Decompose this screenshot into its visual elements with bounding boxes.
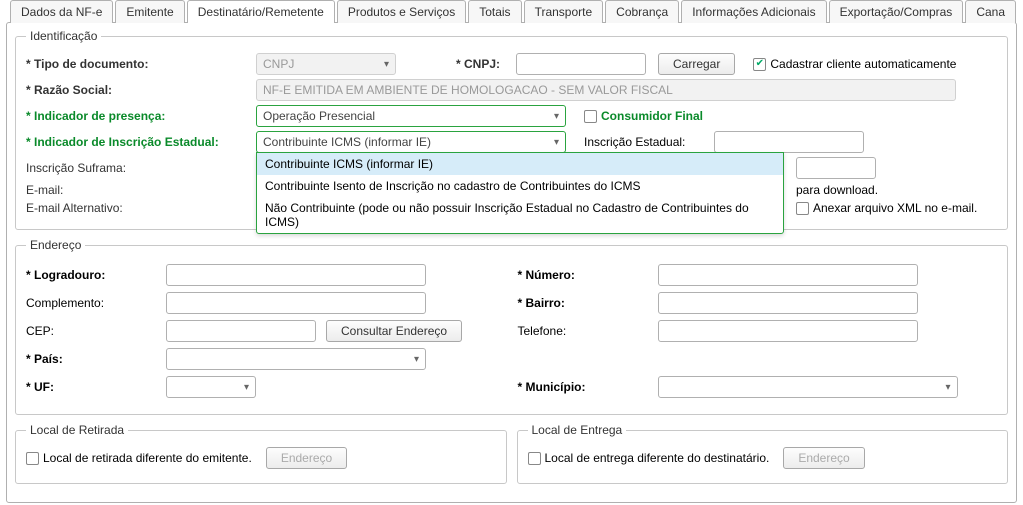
consultar-endereco-button[interactable]: Consultar Endereço xyxy=(326,320,462,342)
inscricao-estadual-input[interactable] xyxy=(714,131,864,153)
local-retirada-checkbox[interactable]: Local de retirada diferente do emitente. xyxy=(26,451,252,465)
chevron-down-icon: ▾ xyxy=(414,354,419,365)
tab-dados-nfe[interactable]: Dados da NF-e xyxy=(10,0,113,23)
indicador-ie-combo[interactable]: Contribuinte ICMS (informar IE) ▾ xyxy=(256,131,566,153)
consumidor-final-checkbox[interactable]: Consumidor Final xyxy=(584,109,703,123)
indicador-presenca-label: * Indicador de presença: xyxy=(26,109,256,123)
tab-strip: Dados da NF-e Emitente Destinatário/Reme… xyxy=(0,0,1023,23)
anexar-xml-label: Anexar arquivo XML no e-mail. xyxy=(813,201,977,215)
pais-label: * País: xyxy=(26,352,166,366)
inscricao-suframa-input-tail[interactable] xyxy=(796,157,876,179)
endereco-legend: Endereço xyxy=(26,238,85,252)
checkbox-icon xyxy=(26,452,39,465)
municipio-combo[interactable]: ▾ xyxy=(658,376,958,398)
complemento-label: Complemento: xyxy=(26,296,166,310)
tab-produtos[interactable]: Produtos e Serviços xyxy=(337,0,466,23)
tab-cobranca[interactable]: Cobrança xyxy=(605,0,679,23)
uf-combo[interactable]: ▾ xyxy=(166,376,256,398)
checkbox-icon xyxy=(796,202,809,215)
logradouro-input[interactable] xyxy=(166,264,426,286)
tipo-documento-combo: CNPJ ▾ xyxy=(256,53,396,75)
cnpj-label: * CNPJ: xyxy=(456,57,516,71)
numero-label: * Número: xyxy=(518,268,658,282)
chevron-down-icon: ▾ xyxy=(384,59,389,70)
chevron-down-icon: ▾ xyxy=(554,137,559,148)
email-hint: para download. xyxy=(796,183,878,197)
local-retirada-legend: Local de Retirada xyxy=(26,423,128,437)
pais-combo[interactable]: ▾ xyxy=(166,348,426,370)
local-entrega-fieldset: Local de Entrega Local de entrega difere… xyxy=(517,423,1009,484)
indicador-presenca-combo[interactable]: Operação Presencial ▾ xyxy=(256,105,566,127)
email-alt-label: E-mail Alternativo: xyxy=(26,201,256,215)
cep-input[interactable] xyxy=(166,320,316,342)
local-retirada-fieldset: Local de Retirada Local de retirada dife… xyxy=(15,423,507,484)
carregar-button[interactable]: Carregar xyxy=(658,53,735,75)
email-label: E-mail: xyxy=(26,183,256,197)
retirada-endereco-button: Endereço xyxy=(266,447,347,469)
tab-cana[interactable]: Cana xyxy=(965,0,1016,23)
tab-emitente[interactable]: Emitente xyxy=(115,0,184,23)
checkbox-icon: ✔ xyxy=(753,58,766,71)
chevron-down-icon: ▾ xyxy=(554,111,559,122)
tab-panel: Identificação * Tipo de documento: CNPJ … xyxy=(6,22,1017,503)
complemento-input[interactable] xyxy=(166,292,426,314)
anexar-xml-checkbox[interactable]: Anexar arquivo XML no e-mail. xyxy=(796,201,977,215)
consumidor-final-label: Consumidor Final xyxy=(601,109,703,123)
indicador-ie-value: Contribuinte ICMS (informar IE) xyxy=(263,135,431,149)
tab-info-adicionais[interactable]: Informações Adicionais xyxy=(681,0,826,23)
indicador-ie-option[interactable]: Contribuinte Isento de Inscrição no cada… xyxy=(257,175,783,197)
inscricao-suframa-label: Inscrição Suframa: xyxy=(26,161,256,175)
cnpj-input[interactable] xyxy=(516,53,646,75)
tab-transporte[interactable]: Transporte xyxy=(524,0,604,23)
razao-social-value: NF-E EMITIDA EM AMBIENTE DE HOMOLOGACAO … xyxy=(263,83,673,97)
tipo-documento-label: * Tipo de documento: xyxy=(26,57,256,71)
local-entrega-checkbox[interactable]: Local de entrega diferente do destinatár… xyxy=(528,451,770,465)
identificacao-legend: Identificação xyxy=(26,29,101,43)
uf-label: * UF: xyxy=(26,380,166,394)
cadastrar-auto-checkbox[interactable]: ✔ Cadastrar cliente automaticamente xyxy=(753,57,956,71)
identificacao-fieldset: Identificação * Tipo de documento: CNPJ … xyxy=(15,29,1008,230)
local-entrega-label: Local de entrega diferente do destinatár… xyxy=(545,451,770,465)
indicador-ie-dropdown: Contribuinte ICMS (informar IE) Contribu… xyxy=(256,152,784,234)
municipio-label: * Município: xyxy=(518,380,658,394)
indicador-ie-option[interactable]: Não Contribuinte (pode ou não possuir In… xyxy=(257,197,783,233)
cep-label: CEP: xyxy=(26,324,166,338)
local-entrega-legend: Local de Entrega xyxy=(528,423,627,437)
razao-social-input: NF-E EMITIDA EM AMBIENTE DE HOMOLOGACAO … xyxy=(256,79,956,101)
chevron-down-icon: ▾ xyxy=(945,382,950,393)
bairro-label: * Bairro: xyxy=(518,296,658,310)
indicador-ie-label: * Indicador de Inscrição Estadual: xyxy=(26,135,256,149)
telefone-input[interactable] xyxy=(658,320,918,342)
indicador-presenca-value: Operação Presencial xyxy=(263,109,375,123)
inscricao-estadual-label: Inscrição Estadual: xyxy=(584,135,714,149)
bairro-input[interactable] xyxy=(658,292,918,314)
tipo-documento-value: CNPJ xyxy=(263,57,294,71)
local-retirada-label: Local de retirada diferente do emitente. xyxy=(43,451,252,465)
razao-social-label: * Razão Social: xyxy=(26,83,256,97)
numero-input[interactable] xyxy=(658,264,918,286)
checkbox-icon xyxy=(528,452,541,465)
tab-totais[interactable]: Totais xyxy=(468,0,521,23)
logradouro-label: * Logradouro: xyxy=(26,268,166,282)
entrega-endereco-button: Endereço xyxy=(783,447,864,469)
chevron-down-icon: ▾ xyxy=(244,382,249,393)
endereco-fieldset: Endereço * Logradouro: Complemento: CEP:… xyxy=(15,238,1008,415)
tab-exportacao[interactable]: Exportação/Compras xyxy=(829,0,964,23)
cadastrar-auto-label: Cadastrar cliente automaticamente xyxy=(770,57,956,71)
telefone-label: Telefone: xyxy=(518,324,658,338)
checkbox-icon xyxy=(584,110,597,123)
indicador-ie-option[interactable]: Contribuinte ICMS (informar IE) xyxy=(257,153,783,175)
tab-destinatario[interactable]: Destinatário/Remetente xyxy=(187,0,335,23)
